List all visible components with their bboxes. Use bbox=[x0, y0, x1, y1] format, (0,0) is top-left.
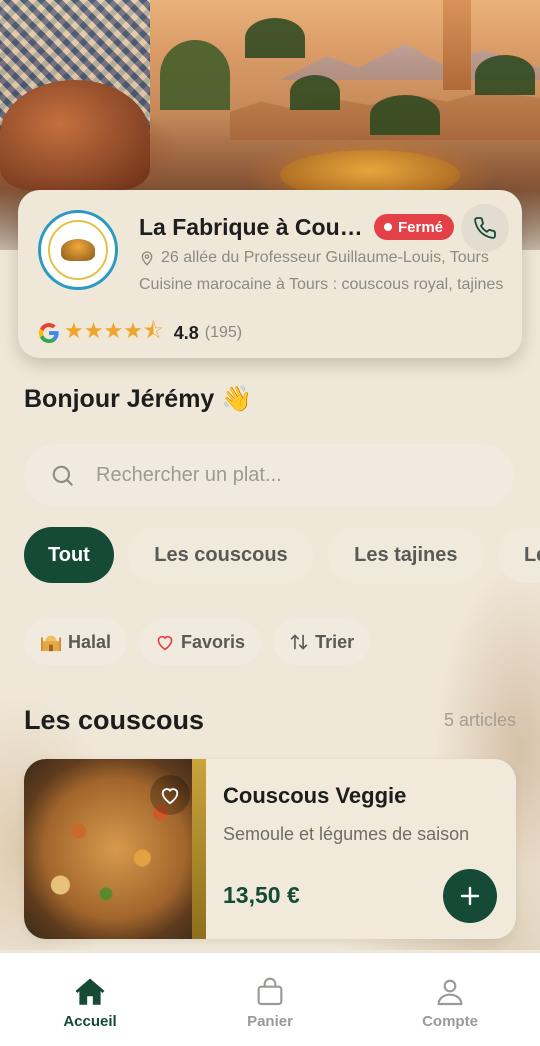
favorite-button[interactable] bbox=[150, 775, 190, 815]
tab-les-couscous[interactable]: Les couscous bbox=[128, 527, 314, 583]
restaurant-name: La Fabrique à Couscous bbox=[139, 214, 374, 240]
search-bar[interactable] bbox=[24, 444, 514, 507]
add-to-cart-button[interactable] bbox=[443, 869, 497, 923]
tab-more[interactable]: Les bbox=[497, 527, 540, 583]
product-name: Couscous Veggie bbox=[223, 783, 407, 808]
tab-tout[interactable]: Tout bbox=[24, 527, 114, 583]
filter-trier[interactable]: Trier bbox=[273, 619, 371, 665]
nav-panier[interactable]: Panier bbox=[180, 953, 360, 1046]
rating-value: 4.8 bbox=[173, 322, 199, 343]
phone-icon bbox=[474, 217, 496, 239]
nav-compte[interactable]: Compte bbox=[360, 953, 540, 1046]
plus-icon bbox=[460, 886, 480, 906]
nav-accueil[interactable]: Accueil bbox=[0, 953, 180, 1046]
google-icon bbox=[38, 323, 59, 344]
rating-count: (195) bbox=[204, 324, 243, 341]
section-count: 5 articles bbox=[443, 710, 516, 730]
bag-icon bbox=[257, 977, 283, 1006]
search-input[interactable] bbox=[96, 464, 476, 487]
product-card[interactable]: Couscous Veggie Semoule et légumes de sa… bbox=[24, 759, 516, 939]
nav-panier-label: Panier bbox=[247, 1013, 293, 1030]
filter-halal[interactable]: Halal bbox=[24, 619, 128, 665]
address-text: 26 allée du Professeur Guillaume-Louis, … bbox=[161, 249, 489, 266]
section-title: Les couscous bbox=[24, 705, 205, 735]
filter-chips: Halal Favoris Trier bbox=[24, 619, 371, 665]
restaurant-card[interactable]: La Fabrique à Couscous Fermé 26 allée du… bbox=[18, 190, 522, 358]
status-dot-icon bbox=[384, 223, 392, 231]
product-price: 13,50 € bbox=[223, 882, 300, 908]
sort-icon bbox=[290, 634, 308, 650]
star-rating-icon: ★★★★⯪ bbox=[64, 318, 164, 343]
rating-row[interactable]: ★★★★⯪ 4.8 (195) bbox=[38, 314, 242, 352]
status-label: Fermé bbox=[398, 218, 444, 236]
tab-les-tajines[interactable]: Les tajines bbox=[328, 527, 484, 583]
status-badge: Fermé bbox=[374, 214, 455, 240]
restaurant-address[interactable]: 26 allée du Professeur Guillaume-Louis, … bbox=[139, 249, 504, 267]
filter-trier-label: Trier bbox=[315, 631, 355, 652]
mosque-icon bbox=[41, 635, 61, 652]
heart-icon bbox=[161, 788, 179, 805]
search-icon bbox=[52, 465, 73, 486]
greeting-text: Bonjour Jérémy 👋 bbox=[24, 385, 253, 413]
location-pin-icon bbox=[141, 251, 153, 266]
nav-accueil-label: Accueil bbox=[63, 1013, 117, 1030]
heart-icon bbox=[157, 635, 173, 651]
call-button[interactable] bbox=[461, 204, 509, 252]
filter-halal-label: Halal bbox=[68, 631, 112, 652]
restaurant-logo bbox=[38, 210, 118, 290]
bottom-navigation: Accueil Panier Compte bbox=[0, 952, 540, 1046]
product-description: Semoule et légumes de saison bbox=[223, 824, 470, 844]
restaurant-description: Cuisine marocaine à Tours : couscous roy… bbox=[139, 276, 504, 293]
category-tabs: Tout Les couscous Les tajines Les bbox=[24, 527, 540, 583]
filter-favoris-label: Favoris bbox=[181, 631, 246, 652]
filter-favoris[interactable]: Favoris bbox=[139, 619, 262, 665]
nav-compte-label: Compte bbox=[422, 1013, 478, 1030]
home-icon bbox=[75, 978, 105, 1005]
user-icon bbox=[437, 979, 463, 1006]
